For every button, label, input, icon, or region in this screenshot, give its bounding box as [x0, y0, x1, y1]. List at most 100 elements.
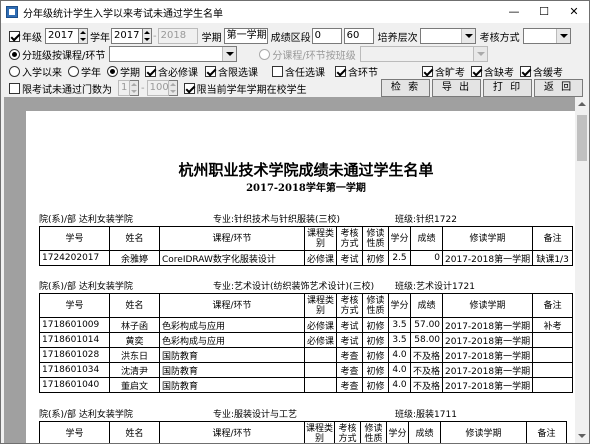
cell-exam-type: 考查 — [336, 362, 364, 378]
since-enroll-label: 入学以来 — [22, 68, 62, 79]
table-row: 1718601040 董启文 国防教育 考查 初修 4.0 不及格 2017-2018第一学期 — [39, 377, 574, 393]
limited-checkbox[interactable] — [205, 66, 216, 77]
cell-remark: 缺课1/3 — [532, 250, 574, 266]
cell-study-term: 2017-2018第一学期 — [442, 362, 534, 378]
column-header-name: 姓名 — [109, 421, 160, 443]
column-header-course: 课程/环节 — [159, 421, 305, 443]
deferred-label: 含缓考 — [533, 68, 563, 79]
result-table: 学号 姓名 课程/环节 课程类别 考核方式 修读性质 学分 成绩 修读学期 备注 171860100… — [39, 293, 574, 393]
cell-name: 余雅婷 — [109, 250, 160, 266]
practice-label: 含环节 — [348, 68, 378, 79]
by-course-radio[interactable] — [259, 48, 271, 60]
class-label: 班级:针织1722 — [395, 215, 457, 225]
close-icon[interactable]: ✕ — [559, 1, 589, 23]
report-preview: 杭州职业技术学院成绩未通过学生名单 2017-2018学年第一学期 院(系)/部… — [4, 97, 575, 443]
cell-course: 色彩构成与应用 — [159, 332, 305, 348]
grade-label: 年级 — [22, 32, 42, 44]
column-header-course: 课程/环节 — [159, 226, 305, 251]
cell-credit: 4.0 — [388, 347, 412, 363]
limit-from-spinner — [130, 80, 139, 96]
scroll-thumb[interactable] — [577, 115, 587, 161]
cell-exam-type: 考查 — [336, 377, 364, 393]
back-button[interactable]: 返 回 — [534, 79, 583, 97]
cell-study-type: 初修 — [362, 332, 390, 348]
grade-from-spinner[interactable] — [79, 28, 88, 44]
main-window: 分年级统计学生入学以来考试未通过学生名单 — ☐ ✕ 年级 2017 学年 20… — [0, 0, 590, 444]
scroll-down-icon[interactable] — [575, 429, 589, 443]
table-row: 1718601028 洪东日 国防教育 考查 初修 4.0 不及格 2017-2018第一学期 — [39, 347, 574, 363]
dept-label: 院(系)/部 达利女装学院 — [39, 215, 133, 225]
elective-checkbox[interactable] — [272, 66, 283, 77]
cell-name: 黄奕 — [109, 332, 160, 348]
since-enroll-radio[interactable] — [9, 66, 20, 77]
cell-name: 沈清尹 — [109, 362, 160, 378]
grade-from-input[interactable]: 2017 — [45, 28, 79, 44]
column-header-study-type: 修读性质 — [362, 226, 390, 251]
title-bar: 分年级统计学生入学以来考试未通过学生名单 — ☐ ✕ — [1, 1, 589, 23]
semester-radio[interactable] — [107, 66, 118, 77]
cell-category: 必修课 — [303, 250, 338, 266]
section-header: 院(系)/部 达利女装学院 专业:服装设计与工艺 班级:服装1711 — [39, 407, 457, 420]
grade-checkbox[interactable] — [9, 30, 20, 42]
export-button[interactable]: 导 出 — [432, 79, 481, 97]
cell-credit: 4.0 — [388, 362, 412, 378]
vertical-scrollbar[interactable] — [575, 97, 589, 443]
cell-exam-type: 考试 — [336, 250, 364, 266]
column-header-remark: 备注 — [532, 226, 574, 251]
column-header-student-id: 学号 — [39, 226, 110, 251]
cell-name: 洪东日 — [109, 347, 160, 363]
level-label: 培养层次 — [377, 32, 418, 44]
column-header-study-term: 修读学期 — [442, 293, 534, 318]
column-header-score: 成绩 — [410, 293, 444, 318]
cell-course: 国防教育 — [159, 347, 305, 363]
current-only-checkbox[interactable] — [183, 82, 195, 94]
limit-to-input: 100 — [146, 80, 169, 96]
required-label: 含必修课 — [158, 68, 198, 79]
column-header-score: 成绩 — [410, 226, 444, 251]
table-header-row: 学号 姓名 课程/环节 课程类别 考核方式 修读性质 学分 成绩 修读学期 备注 — [39, 421, 567, 443]
window-title: 分年级统计学生入学以来考试未通过学生名单 — [23, 8, 223, 20]
cell-score: 58.00 — [410, 332, 444, 348]
column-header-study-type: 修读性质 — [360, 421, 387, 443]
by-class-select[interactable] — [109, 46, 238, 62]
cell-student-id: 1718601040 — [39, 377, 110, 393]
limited-label: 含限选课 — [218, 68, 258, 79]
print-button[interactable]: 打 印 — [483, 79, 532, 97]
table-row: 1718601009 林子函 色彩构成与应用 必修课 考试 初修 3.5 57.00 2017-… — [39, 317, 574, 333]
year-from-input[interactable]: 2017 — [111, 28, 143, 44]
minimize-icon[interactable]: — — [499, 1, 529, 23]
cell-name: 林子函 — [109, 317, 160, 333]
term-input[interactable]: 第一学期 — [223, 28, 268, 44]
column-header-study-type: 修读性质 — [362, 293, 390, 318]
by-class-radio[interactable] — [9, 48, 20, 60]
cell-score: 57.00 — [410, 317, 444, 333]
elective-label: 含任选课 — [285, 68, 325, 79]
scroll-up-icon[interactable] — [575, 97, 589, 111]
search-button[interactable]: 检 索 — [381, 79, 430, 97]
deferred-checkbox[interactable] — [520, 66, 531, 77]
limit-fail-checkbox[interactable] — [9, 82, 20, 94]
level-select[interactable] — [419, 28, 476, 44]
cell-study-type: 初修 — [362, 377, 390, 393]
score-min-input[interactable]: 0 — [311, 28, 342, 44]
cell-credit: 4.0 — [388, 377, 412, 393]
cell-exam-type: 考试 — [336, 317, 364, 333]
filter-row-4: 限考试未通过门数为 1 - 100 限当前学年学期在校学生 — [9, 80, 307, 96]
chevron-down-icon — [472, 47, 487, 61]
practice-checkbox[interactable] — [335, 66, 346, 77]
major-label: 专业:服装设计与工艺 — [213, 410, 298, 420]
filter-row-3: 入学以来 学年 学期 含必修课 含限选课 含任选课 含环节 含旷考 含缺考 含缓… — [9, 64, 563, 79]
report-page: 杭州职业技术学院成绩未通过学生名单 2017-2018学年第一学期 院(系)/部… — [26, 111, 575, 443]
required-checkbox[interactable] — [145, 66, 156, 77]
column-header-exam-type: 考核方式 — [334, 421, 361, 443]
year-from-spinner[interactable] — [143, 28, 152, 44]
score-max-input[interactable]: 60 — [343, 28, 374, 44]
school-year-radio[interactable] — [68, 66, 79, 77]
absent-checkbox[interactable] — [422, 66, 433, 77]
column-header-credit: 学分 — [388, 293, 412, 318]
chevron-down-icon — [222, 47, 237, 61]
exam-type-select[interactable] — [522, 28, 571, 44]
missing-checkbox[interactable] — [471, 66, 482, 77]
section-header: 院(系)/部 达利女装学院 专业:针织技术与针织服装(三校) 班级:针织1722 — [39, 212, 457, 225]
maximize-icon[interactable]: ☐ — [529, 1, 559, 23]
